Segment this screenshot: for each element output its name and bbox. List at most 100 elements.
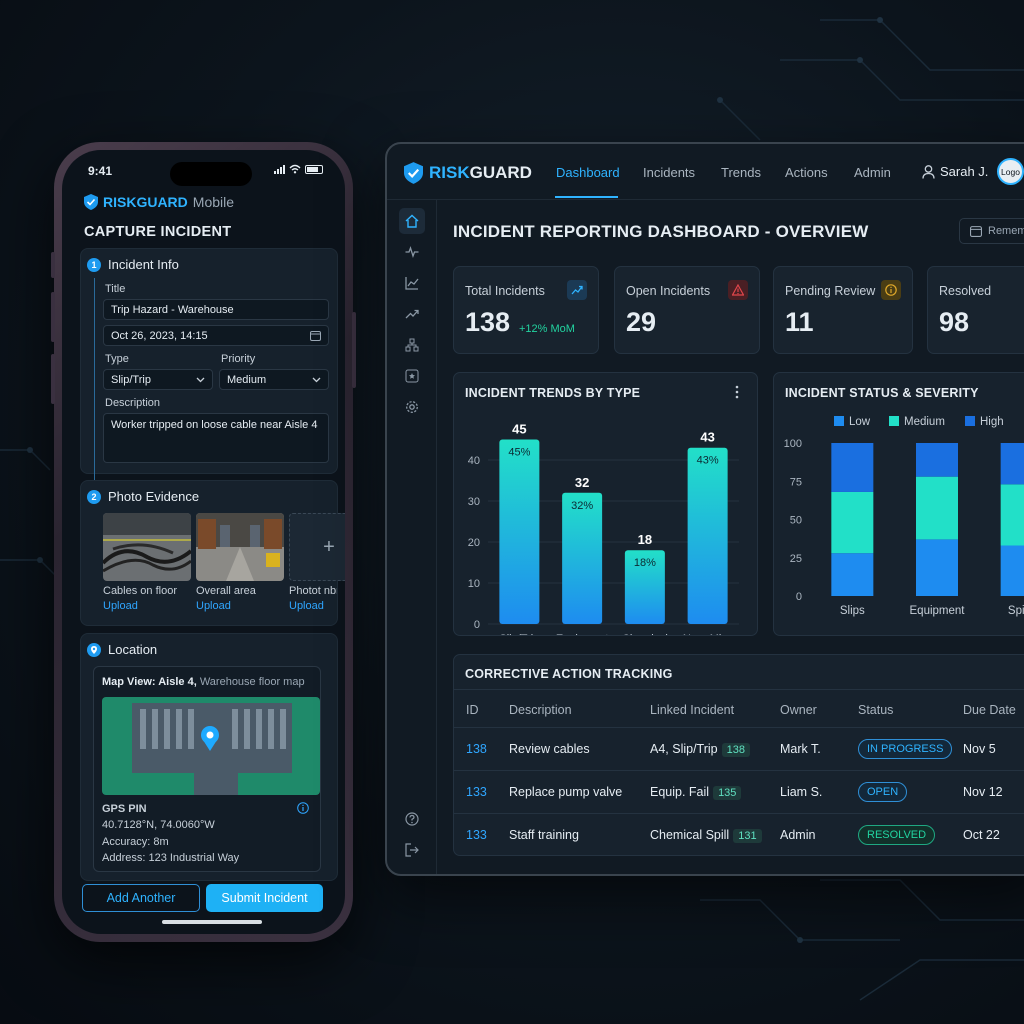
kpi-open-incidents[interactable]: Open Incidents 29 bbox=[614, 266, 760, 354]
shield-icon bbox=[84, 194, 98, 210]
home-icon[interactable] bbox=[399, 208, 425, 234]
stacked-bar-segment bbox=[831, 553, 874, 596]
submit-incident-button[interactable]: Submit Incident bbox=[206, 884, 323, 912]
logout-icon[interactable] bbox=[399, 837, 425, 863]
column-header[interactable]: Status bbox=[858, 703, 893, 717]
title-value: Trip Hazard - Warehouse bbox=[111, 303, 234, 316]
company-logo[interactable]: Logo bbox=[997, 158, 1024, 185]
nav-incidents[interactable]: Incidents bbox=[643, 165, 695, 180]
y-tick-label: 0 bbox=[474, 619, 480, 631]
bar-value-label: 43 bbox=[700, 430, 714, 445]
incident-tag[interactable]: 131 bbox=[733, 829, 762, 843]
bar-value-label: 32 bbox=[575, 475, 589, 490]
column-header[interactable]: Description bbox=[509, 703, 572, 717]
nav-dashboard[interactable]: Dashboard bbox=[556, 165, 620, 180]
column-header[interactable]: ID bbox=[466, 703, 479, 717]
upload-link[interactable]: Upload bbox=[196, 600, 231, 612]
stacked-bar-segment bbox=[831, 491, 874, 554]
y-tick-label: 0 bbox=[796, 591, 802, 603]
gps-accuracy: Accuracy: 8m bbox=[102, 836, 169, 848]
datetime-field[interactable]: Oct 26, 2023, 14:15 bbox=[103, 325, 329, 346]
stacked-bar-segment bbox=[916, 443, 958, 477]
photo-cables[interactable] bbox=[103, 513, 191, 581]
page-title: INCIDENT REPORTING DASHBOARD - OVERVIEW bbox=[453, 222, 869, 241]
legend-swatch bbox=[889, 416, 899, 426]
column-header[interactable]: Due Date bbox=[963, 703, 1016, 717]
map-title: Map View: Aisle 4, Warehouse floor map bbox=[102, 676, 305, 688]
legend-label: High bbox=[980, 416, 1004, 428]
network-icon[interactable] bbox=[399, 332, 425, 358]
step-number: 1 bbox=[87, 257, 101, 272]
incident-tag[interactable]: 135 bbox=[713, 786, 742, 800]
nav-actions[interactable]: Actions bbox=[785, 165, 828, 180]
description-field[interactable]: Worker tripped on loose cable near Aisle… bbox=[103, 413, 329, 463]
y-tick-label: 30 bbox=[468, 496, 480, 508]
nav-admin[interactable]: Admin bbox=[854, 165, 891, 180]
warehouse-map[interactable] bbox=[102, 697, 320, 795]
more-options-icon[interactable] bbox=[734, 385, 740, 399]
help-icon[interactable] bbox=[399, 806, 425, 832]
user-icon bbox=[922, 164, 935, 179]
top-navbar: RISK GUARD Dashboard Incidents Trends Act… bbox=[387, 144, 1024, 200]
trending-up-icon[interactable] bbox=[399, 301, 425, 327]
nav-trends[interactable]: Trends bbox=[721, 165, 761, 180]
y-tick-label: 75 bbox=[790, 476, 802, 488]
date-range-button[interactable]: Remember bbox=[959, 218, 1024, 244]
info-icon[interactable] bbox=[297, 802, 309, 814]
column-header[interactable]: Linked Incident bbox=[650, 703, 734, 717]
stacked-bar-segment bbox=[1000, 545, 1024, 596]
action-id[interactable]: 133 bbox=[466, 828, 487, 842]
linked-incident-text: Chemical Spill bbox=[650, 828, 730, 842]
upload-link[interactable]: Upload bbox=[289, 600, 324, 612]
phone-volume-up bbox=[51, 292, 55, 342]
line-chart-icon[interactable] bbox=[399, 270, 425, 296]
photo-overall-area[interactable] bbox=[196, 513, 284, 581]
bar bbox=[687, 447, 728, 624]
priority-label: Priority bbox=[221, 353, 256, 365]
upload-link[interactable]: Upload bbox=[103, 600, 138, 612]
description-label: Description bbox=[105, 397, 161, 409]
kpi-resolved[interactable]: Resolved 98 bbox=[927, 266, 1024, 354]
description-value: Worker tripped on loose cable near Aisle… bbox=[111, 419, 318, 431]
user-menu[interactable]: Sarah J. bbox=[922, 164, 988, 179]
action-id[interactable]: 133 bbox=[466, 785, 487, 799]
priority-select[interactable]: Medium bbox=[219, 369, 329, 390]
kpi-label: Open Incidents bbox=[626, 284, 711, 298]
add-photo-button[interactable]: + bbox=[289, 513, 345, 581]
column-header[interactable]: Owner bbox=[780, 703, 817, 717]
kpi-value: 98 bbox=[939, 307, 970, 337]
user-name: Sarah J. bbox=[940, 164, 989, 179]
linked-incident-text: A4, Slip/Trip bbox=[650, 742, 718, 756]
gear-icon[interactable] bbox=[399, 394, 425, 420]
kpi-label: Total Incidents bbox=[465, 284, 545, 298]
kpi-total-incidents[interactable]: Total Incidents 138 +12% MoM bbox=[453, 266, 599, 354]
activity-icon[interactable] bbox=[399, 239, 425, 265]
y-tick-label: 20 bbox=[468, 537, 480, 549]
kpi-label: Resolved bbox=[939, 284, 992, 298]
action-id[interactable]: 138 bbox=[466, 742, 487, 756]
action-description: Review cables bbox=[509, 742, 590, 756]
status-badge: OPEN bbox=[858, 782, 908, 802]
photo-evidence-card: 2 Photo Evidence + Cables on floor Uploa… bbox=[80, 480, 345, 626]
step-title: Incident Info bbox=[108, 257, 179, 272]
sidebar bbox=[387, 200, 437, 874]
step-title: Location bbox=[108, 642, 158, 657]
incident-tag[interactable]: 138 bbox=[721, 743, 750, 757]
photo-caption: Photot nbr bbox=[289, 585, 337, 597]
legend-swatch bbox=[965, 416, 975, 426]
status-severity-chart: Low Medium High 0 25 50 75 100 Slips Equipment Spi… bbox=[784, 416, 1024, 617]
battery-icon bbox=[305, 164, 323, 174]
add-another-button[interactable]: Add Another bbox=[82, 884, 200, 912]
trend-icon bbox=[567, 280, 587, 300]
kpi-value: 138 bbox=[465, 307, 511, 337]
title-field[interactable]: Trip Hazard - Warehouse bbox=[103, 299, 329, 320]
x-tick-label: Near Miss bbox=[683, 633, 733, 635]
header-divider bbox=[454, 689, 1024, 690]
home-indicator bbox=[162, 920, 262, 924]
bar-value-label: 45 bbox=[512, 422, 526, 437]
kpi-pending-review[interactable]: Pending Review 11 bbox=[773, 266, 913, 354]
type-select[interactable]: Slip/Trip bbox=[103, 369, 213, 390]
gps-address: Address: 123 Industrial Way bbox=[102, 852, 240, 864]
star-box-icon[interactable] bbox=[399, 363, 425, 389]
photo-caption: Cables on floor bbox=[103, 585, 177, 597]
